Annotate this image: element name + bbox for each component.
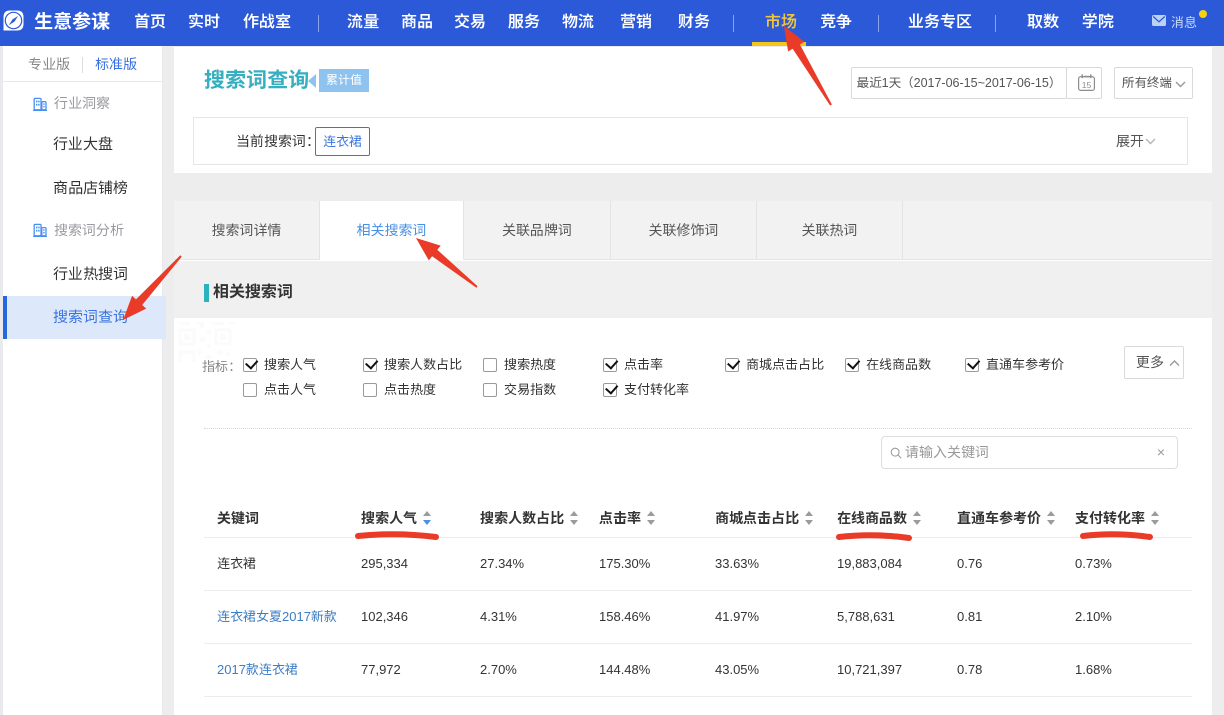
svg-text:15: 15 (1082, 80, 1092, 90)
